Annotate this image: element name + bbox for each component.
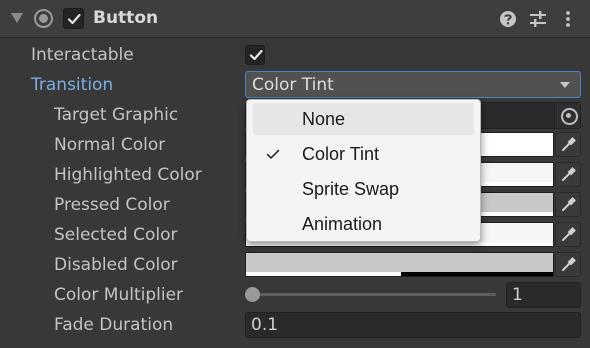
fade-duration-value: 0.1 [251,315,279,335]
pressed-color-label: Pressed Color [54,195,170,215]
checkmark-icon [249,49,263,61]
selected-color-eyedropper[interactable] [555,222,581,247]
color-multiplier-slider-track[interactable] [252,293,496,296]
menu-item-none[interactable]: None [253,103,474,135]
selected-color-label: Selected Color [54,225,178,245]
checkmark-icon [67,13,81,25]
menu-item-animation[interactable]: Animation [253,208,474,240]
disabled-color-label: Disabled Color [54,255,178,275]
color-multiplier-label: Color Multiplier [54,285,184,305]
disabled-color-swatch [246,253,553,273]
transition-dropdown-menu: None Color Tint Sprite Swap Animation [246,99,481,242]
menu-item-color-tint[interactable]: Color Tint [253,138,474,170]
disabled-color-field[interactable] [245,252,554,277]
highlighted-color-label: Highlighted Color [54,165,202,185]
interactable-label: Interactable [31,45,134,65]
kebab-menu-icon[interactable] [557,8,579,30]
checkmark-icon [266,149,280,159]
highlighted-color-eyedropper[interactable] [555,162,581,187]
normal-color-label: Normal Color [54,135,166,155]
eyedropper-icon [562,197,576,211]
fade-duration-label: Fade Duration [54,315,174,335]
disabled-color-eyedropper[interactable] [555,252,581,277]
transition-dropdown[interactable]: Color Tint [245,71,581,98]
eyedropper-icon [562,137,576,151]
color-multiplier-value: 1 [512,285,523,305]
triangle-down-icon[interactable] [11,13,23,23]
eyedropper-icon [562,257,576,271]
disabled-color-alpha-bar [246,272,402,276]
menu-item-sprite-swap[interactable]: Sprite Swap [253,173,474,205]
eyedropper-icon [562,167,576,181]
button-component-icon [34,9,53,28]
component-header: Button [0,0,590,38]
color-multiplier-input[interactable]: 1 [506,282,581,308]
component-enabled-checkbox[interactable] [63,8,84,29]
transition-label: Transition [31,75,114,95]
component-title: Button [93,8,159,28]
disabled-color-alpha-bar-rest [401,272,553,276]
help-icon[interactable] [497,8,519,30]
interactable-checkbox[interactable] [245,45,265,65]
object-picker-icon[interactable] [554,103,580,128]
transition-selected-value: Color Tint [252,75,334,95]
fade-duration-input[interactable]: 0.1 [245,312,581,338]
menu-item-label: Animation [302,214,383,234]
chevron-down-icon [560,82,570,88]
selected-color-alpha-bar [246,242,553,246]
normal-color-eyedropper[interactable] [555,132,581,157]
presets-icon[interactable] [527,8,549,30]
menu-item-label: Color Tint [302,144,380,164]
pressed-color-eyedropper[interactable] [555,192,581,217]
target-graphic-label: Target Graphic [54,105,179,125]
menu-item-label: None [302,109,346,129]
eyedropper-icon [562,227,576,241]
color-multiplier-slider-thumb[interactable] [245,287,260,302]
menu-item-label: Sprite Swap [302,179,400,199]
